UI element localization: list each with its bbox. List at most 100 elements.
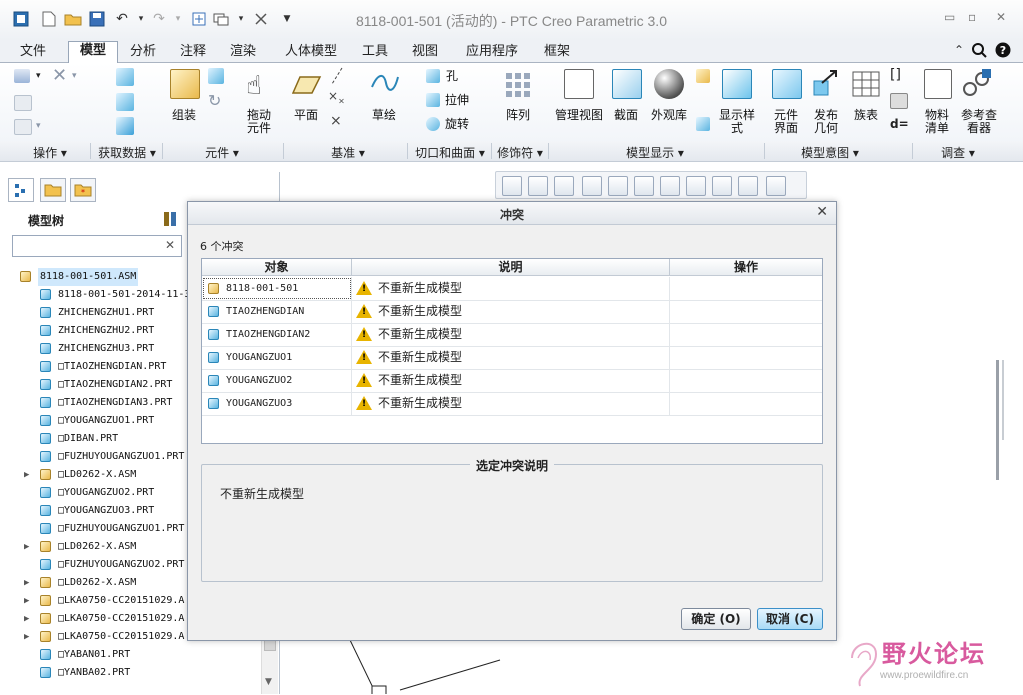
ok-button[interactable]: 确定 (O) [681, 608, 751, 630]
component-interface-icon[interactable] [772, 69, 802, 99]
appearance-sphere-icon[interactable] [654, 69, 684, 99]
help-icon[interactable]: ? [994, 41, 1012, 59]
family-table-button[interactable]: 族表 [848, 109, 884, 122]
user-defined-feature-icon[interactable] [116, 68, 134, 86]
publish-geometry-icon[interactable] [812, 69, 840, 97]
parameters-icon[interactable]: [] [890, 67, 901, 83]
csys-display-icon[interactable] [766, 176, 786, 196]
expand-arrow-icon[interactable]: ▶ [24, 610, 29, 628]
action-cell[interactable] [670, 369, 822, 392]
assemble-icon[interactable] [170, 69, 200, 99]
manage-views-icon[interactable] [564, 69, 594, 99]
tab-analysis[interactable]: 分析 [120, 43, 166, 62]
publish-geometry-button[interactable]: 发布 几何 [808, 109, 844, 135]
repeat-icon[interactable]: ↻ [208, 91, 221, 110]
expand-arrow-icon[interactable]: ▶ [24, 538, 29, 556]
perspective-icon[interactable] [696, 69, 710, 83]
tab-model-tree[interactable] [8, 178, 34, 202]
tab-framework[interactable]: 框架 [534, 43, 580, 62]
tab-view[interactable]: 视图 [402, 43, 448, 62]
tab-folder-browser[interactable] [40, 178, 66, 202]
action-cell[interactable] [670, 392, 822, 415]
bill-of-materials-button[interactable]: 物料 清单 [918, 109, 956, 135]
column-header-description[interactable]: 说明 [352, 259, 670, 276]
relations-icon[interactable] [890, 93, 908, 109]
group-investigate[interactable]: 调查 ▾ [928, 144, 988, 161]
dropdown-icon[interactable]: ▾ [72, 71, 77, 81]
delete-icon[interactable]: ✕ [52, 65, 67, 86]
expand-arrow-icon[interactable]: ▶ [24, 628, 29, 646]
tree-item[interactable]: □YABAN01.PRT [0, 646, 262, 664]
action-cell[interactable] [670, 277, 822, 300]
plane-icon[interactable] [291, 75, 322, 98]
tree-item[interactable]: □YANBA02.PRT [0, 664, 262, 682]
extrude-icon[interactable] [426, 93, 440, 107]
section-icon[interactable] [612, 69, 642, 99]
extrude-button[interactable]: 拉伸 [443, 94, 471, 107]
group-model-intent[interactable]: 模型意图 ▾ [780, 144, 880, 161]
group-model-display[interactable]: 模型显示 ▾ [600, 144, 710, 161]
assemble-button[interactable]: 组装 [166, 109, 202, 122]
appearance-gallery-button[interactable]: 外观库 [648, 109, 690, 122]
section-button[interactable]: 截面 [608, 109, 644, 122]
expand-arrow-icon[interactable]: ▶ [24, 592, 29, 610]
tree-settings-icon[interactable] [162, 209, 182, 232]
close-icon[interactable]: ✕ [816, 204, 828, 220]
search-icon[interactable] [970, 41, 988, 59]
group-operations[interactable]: 操作 ▾ [20, 144, 80, 161]
close-icon[interactable]: ✕ [996, 10, 1006, 24]
column-header-action[interactable]: 操作 [670, 259, 822, 276]
minimize-icon[interactable]: ▭ [944, 10, 955, 24]
tree-search-input[interactable] [12, 235, 182, 257]
plane-display-icon[interactable] [686, 176, 706, 196]
display-style-icon[interactable] [722, 69, 752, 99]
table-row[interactable]: YOUGANGZUO2! 不重新生成模型 [202, 369, 822, 393]
revolve-button[interactable]: 旋转 [443, 118, 471, 131]
axis-icon[interactable] [330, 67, 344, 88]
refit-icon[interactable] [502, 176, 522, 196]
sketch-icon[interactable] [370, 71, 400, 98]
group-cut-and-surface[interactable]: 切口和曲面 ▾ [408, 144, 492, 161]
pattern-button[interactable]: 阵列 [500, 109, 536, 122]
table-row[interactable]: TIAOZHENGDIAN! 不重新生成模型 [202, 300, 822, 324]
create-component-icon[interactable] [208, 68, 224, 84]
coordinate-system-icon[interactable]: ⨯ [330, 113, 342, 129]
action-cell[interactable] [670, 323, 822, 346]
expand-arrow-icon[interactable]: ▶ [24, 574, 29, 592]
tab-manikin[interactable]: 人体模型 [272, 43, 350, 62]
paste-icon[interactable] [14, 119, 32, 135]
hole-icon[interactable] [426, 69, 440, 83]
tab-render[interactable]: 渲染 [220, 43, 266, 62]
table-row[interactable]: TIAOZHENGDIAN2! 不重新生成模型 [202, 323, 822, 347]
switch-dimensions-icon[interactable]: d= [890, 117, 909, 131]
column-header-object[interactable]: 对象 [202, 259, 352, 276]
copy-geometry-icon[interactable] [116, 93, 134, 111]
dropdown-icon[interactable]: ▾ [36, 71, 41, 81]
table-row[interactable]: YOUGANGZUO1! 不重新生成模型 [202, 346, 822, 370]
clear-search-icon[interactable]: ✕ [165, 238, 175, 252]
sketch-button[interactable]: 草绘 [366, 109, 402, 122]
action-cell[interactable] [670, 346, 822, 369]
table-row[interactable]: 8118-001-501! 不重新生成模型 [202, 277, 822, 301]
display-style-icon[interactable] [608, 176, 628, 196]
bill-of-materials-icon[interactable] [924, 69, 952, 99]
hole-button[interactable]: 孔 [443, 70, 461, 83]
group-datum[interactable]: 基准 ▾ [310, 144, 386, 161]
drag-component-button[interactable]: 拖动 元件 [238, 109, 280, 135]
tab-file[interactable]: 文件 [8, 43, 58, 62]
point-icon[interactable]: ×× [328, 89, 345, 105]
dropdown-icon[interactable]: ▾ [36, 121, 41, 131]
drag-hand-icon[interactable]: ☝ [246, 71, 262, 101]
copy-icon[interactable] [14, 95, 32, 111]
revolve-icon[interactable] [426, 117, 440, 131]
cancel-button[interactable]: 取消 (C) [757, 608, 823, 630]
component-interface-button[interactable]: 元件 界面 [768, 109, 804, 135]
scroll-down-icon[interactable]: ▼ [265, 677, 272, 687]
spin-center-icon[interactable] [696, 117, 710, 131]
manage-views-button[interactable]: 管理视图 [552, 109, 606, 122]
action-cell[interactable] [670, 300, 822, 323]
tab-tools[interactable]: 工具 [352, 43, 398, 62]
display-style-button[interactable]: 显示样 式 [714, 109, 760, 135]
plane-button[interactable]: 平面 [288, 109, 324, 122]
expand-arrow-icon[interactable]: ▶ [24, 466, 29, 484]
